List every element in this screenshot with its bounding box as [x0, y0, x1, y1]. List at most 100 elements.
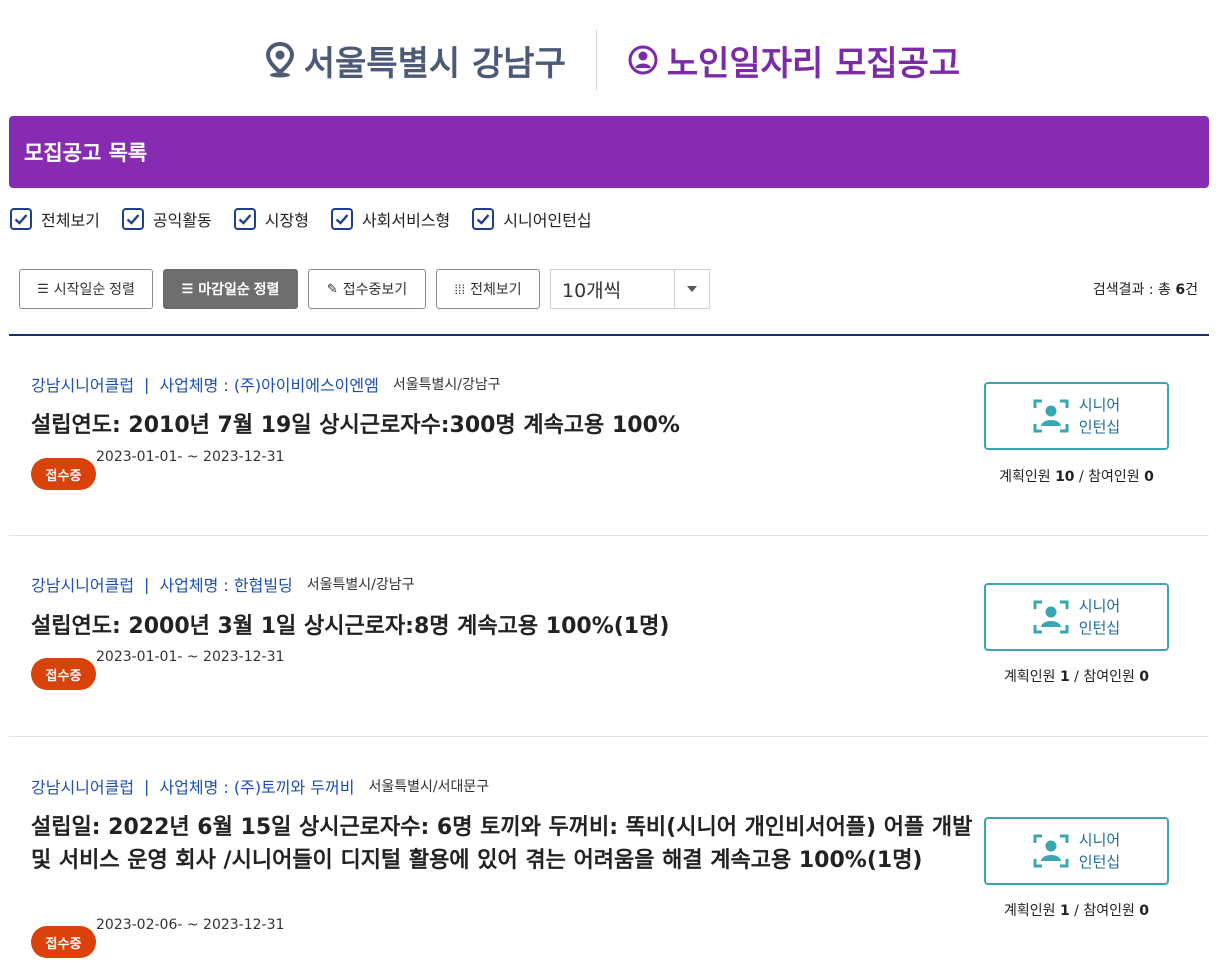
count-slash: /	[1074, 903, 1079, 919]
job-period: 2023-01-01- ~ 2023-12-31	[96, 449, 285, 465]
category-filters: 전체보기 공익활동 시장형 사회서비스형 시니어인턴십	[10, 207, 614, 231]
planned-count: 1	[1059, 669, 1070, 685]
job-meta: 강남시니어클럽 | 사업체명 : (주)아이비에스이엔엠 서울특별시/강남구	[31, 372, 501, 396]
org-link[interactable]: 강남시니어클럽	[31, 572, 134, 596]
sort-start-label: 시작일순 정렬	[53, 281, 135, 297]
item-divider	[9, 736, 1209, 737]
list-banner: 모집공고 목록	[9, 116, 1209, 188]
meta-separator: |	[144, 574, 150, 594]
per-page-select[interactable]: 10개씩	[550, 269, 710, 309]
checkmark-icon	[126, 214, 140, 225]
button-line-1: 시니어	[1078, 831, 1121, 849]
button-line-1: 시니어	[1078, 597, 1121, 615]
filter-label: 사회서비스형	[361, 211, 451, 230]
senior-internship-button[interactable]: 시니어인턴십	[984, 817, 1169, 885]
filter-all[interactable]: 전체보기	[10, 207, 100, 231]
filter-label: 시니어인턴십	[503, 211, 592, 230]
count-slash: /	[1074, 669, 1079, 685]
filter-senior-internship[interactable]: 시니어인턴십	[472, 207, 592, 231]
filter-market[interactable]: 시장형	[233, 207, 309, 231]
planned-count: 10	[1055, 469, 1075, 485]
item-divider	[9, 535, 1209, 536]
location: 서울특별시/강남구	[306, 577, 415, 593]
planned-label: 계획인원	[1003, 903, 1056, 919]
joined-count: 0	[1139, 903, 1150, 919]
status-badge: 접수중	[31, 658, 96, 690]
view-receiving-button[interactable]: ✎ 접수중보기	[308, 269, 426, 309]
job-meta: 강남시니어클럽 | 사업체명 : 한협빌딩 서울특별시/강남구	[31, 572, 415, 596]
person-circle-icon	[628, 45, 658, 75]
grid-icon: ⁞⁞⁞	[454, 281, 466, 297]
caret-down-icon[interactable]	[674, 270, 709, 308]
status-badge: 접수중	[31, 926, 96, 958]
view-all-label: 전체보기	[470, 281, 522, 297]
joined-label: 참여인원	[1083, 669, 1135, 685]
planned-label: 계획인원	[999, 469, 1051, 485]
region-text: 서울특별시 강남구	[303, 43, 566, 84]
filter-label: 시장형	[264, 211, 309, 230]
checkbox[interactable]	[233, 208, 256, 230]
checkbox[interactable]	[10, 208, 32, 230]
joined-count: 0	[1144, 469, 1154, 485]
planned-label: 계획인원	[1003, 669, 1056, 685]
business-name[interactable]: 사업체명 : 한협빌딩	[159, 572, 292, 596]
filter-social-service[interactable]: 사회서비스형	[330, 207, 451, 231]
result-unit: 건	[1185, 282, 1198, 298]
button-line-2: 인턴십	[1078, 619, 1121, 637]
job-title[interactable]: 설립연도: 2010년 7월 19일 상시근로자수:300명 계속고용 100%	[31, 409, 981, 442]
search-result-count: 검색결과 : 총 6건	[1093, 279, 1198, 299]
page-header: 서울특별시 강남구 노인일자리 모집공고	[0, 28, 1222, 92]
per-page-value: 10개씩	[562, 279, 622, 302]
checkbox[interactable]	[330, 208, 353, 230]
meta-separator: |	[144, 776, 150, 796]
org-link[interactable]: 강남시니어클럽	[31, 774, 134, 798]
business-name[interactable]: 사업체명 : (주)토끼와 두꺼비	[159, 774, 354, 798]
joined-label: 참여인원	[1088, 469, 1140, 485]
checkbox[interactable]	[472, 208, 495, 230]
sort-start-button[interactable]: ☰ 시작일순 정렬	[19, 269, 153, 309]
result-number: 6	[1175, 282, 1186, 298]
checkmark-icon	[238, 214, 252, 225]
view-all-button[interactable]: ⁞⁞⁞ 전체보기	[436, 269, 540, 309]
senior-internship-button[interactable]: 시니어인턴십	[984, 382, 1169, 450]
job-title[interactable]: 설립연도: 2000년 3월 1일 상시근로자:8명 계속고용 100%(1명)	[31, 610, 981, 643]
checkmark-icon	[476, 214, 490, 225]
list-icon: ☰	[181, 281, 194, 296]
person-focus-icon	[1033, 600, 1069, 634]
location-pin-icon	[265, 41, 294, 78]
person-focus-icon	[1033, 834, 1069, 868]
checkbox[interactable]	[121, 208, 144, 230]
button-line-2: 인턴십	[1078, 853, 1121, 871]
location: 서울특별시/강남구	[392, 377, 501, 393]
list-toolbar: ☰ 시작일순 정렬 ☰ 마감일순 정렬 ✎ 접수중보기 ⁞⁞⁞ 전체보기 10개…	[19, 269, 710, 309]
meta-separator: |	[144, 374, 150, 394]
program-title-text: 노인일자리 모집공고	[666, 43, 961, 84]
view-receiving-label: 접수중보기	[342, 281, 408, 297]
business-name[interactable]: 사업체명 : (주)아이비에스이엔엠	[159, 372, 378, 396]
sort-deadline-button[interactable]: ☰ 마감일순 정렬	[163, 269, 298, 309]
org-link[interactable]: 강남시니어클럽	[31, 372, 134, 396]
job-meta: 강남시니어클럽 | 사업체명 : (주)토끼와 두꺼비 서울특별시/서대문구	[31, 774, 489, 798]
job-period: 2023-02-06- ~ 2023-12-31	[96, 917, 285, 933]
checkmark-icon	[335, 214, 349, 225]
job-title[interactable]: 설립일: 2022년 6월 15일 상시근로자수: 6명 토끼와 두꺼비: 똑비…	[31, 811, 981, 877]
job-period: 2023-01-01- ~ 2023-12-31	[96, 649, 285, 665]
result-label: 검색결과 : 총	[1092, 282, 1171, 298]
filter-public-activity[interactable]: 공익활동	[121, 207, 212, 231]
checkmark-icon	[14, 214, 28, 225]
banner-title: 모집공고 목록	[24, 141, 148, 165]
location: 서울특별시/서대문구	[368, 779, 490, 795]
list-icon: ☰	[37, 281, 49, 296]
button-line-2: 인턴십	[1078, 418, 1121, 436]
status-badge: 접수중	[31, 458, 96, 490]
pencil-icon: ✎	[326, 281, 338, 296]
participant-counts: 계획인원 1 / 참여인원 0	[984, 666, 1169, 686]
header-divider	[595, 30, 597, 90]
filter-label: 전체보기	[41, 211, 100, 230]
button-line-1: 시니어	[1078, 396, 1121, 414]
participant-counts: 계획인원 10 / 참여인원 0	[984, 466, 1169, 486]
sort-deadline-label: 마감일순 정렬	[198, 281, 280, 297]
planned-count: 1	[1059, 903, 1070, 919]
program-title: 노인일자리 모집공고	[627, 36, 960, 85]
senior-internship-button[interactable]: 시니어인턴십	[984, 583, 1169, 651]
